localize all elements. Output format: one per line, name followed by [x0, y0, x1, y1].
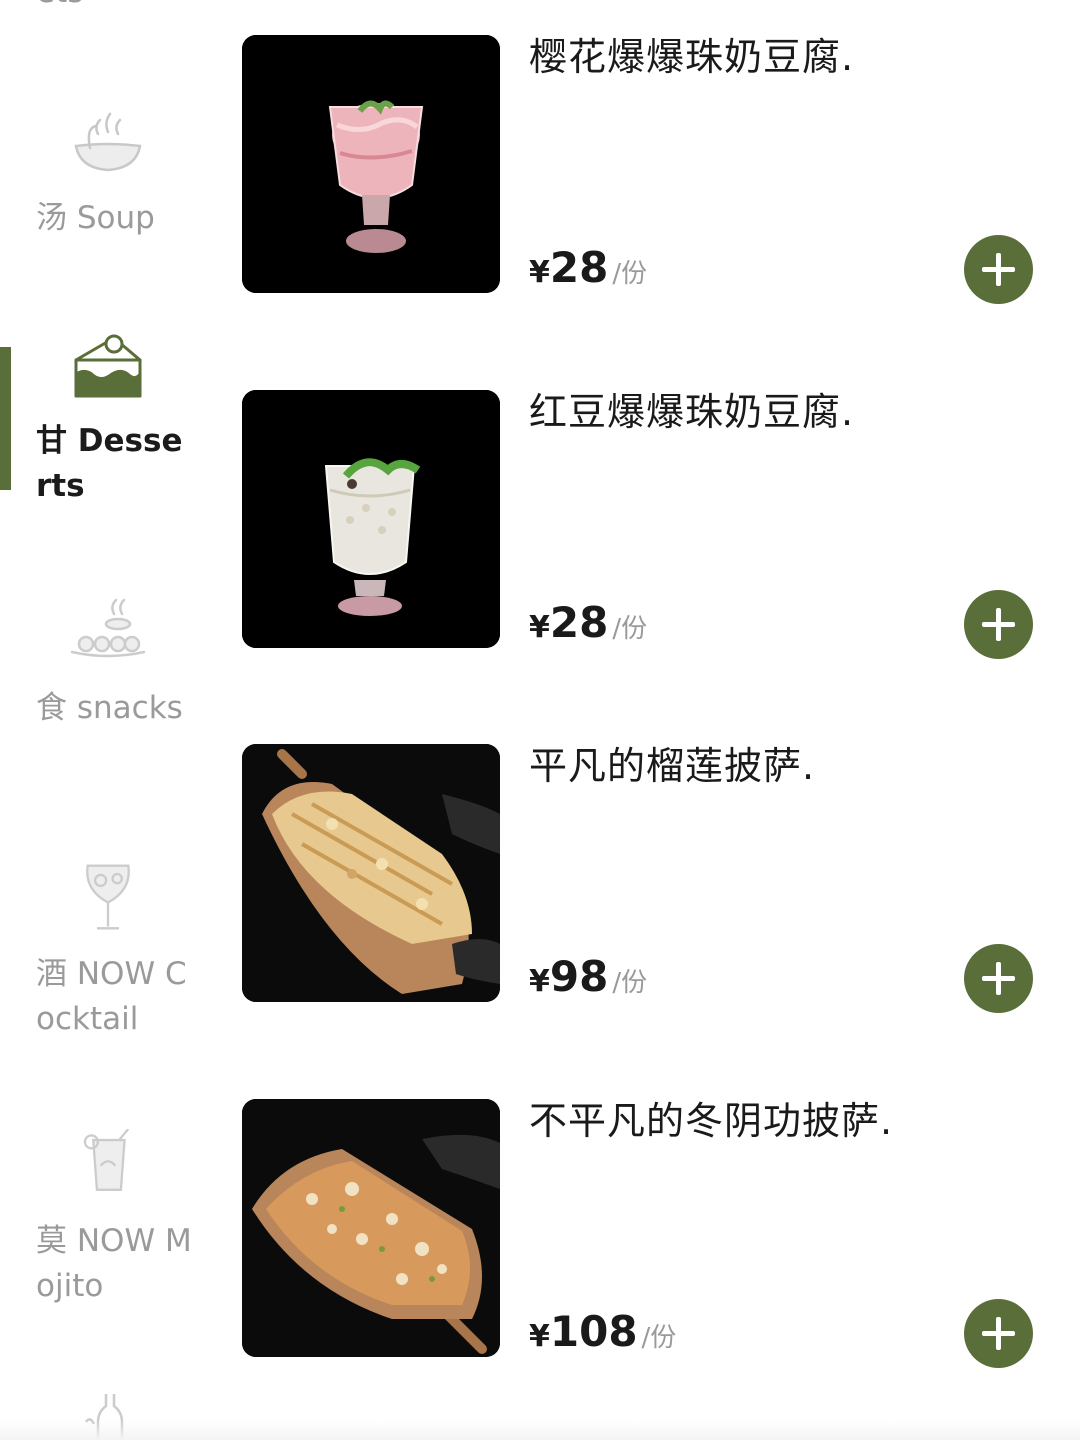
category-item-desserts[interactable]: 甘 Desserts	[0, 325, 222, 515]
snack-dish-icon	[70, 598, 146, 658]
mojito-glass-icon	[83, 1129, 130, 1191]
product-name: 平凡的榴莲披萨.	[529, 744, 816, 788]
product-image[interactable]	[242, 1099, 500, 1357]
product-name: 红豆爆爆珠奶豆腐.	[529, 390, 855, 434]
soup-bowl-icon	[74, 112, 142, 172]
price-value: 108	[549, 1307, 638, 1356]
product-name: 不平凡的冬阴功披萨.	[529, 1099, 894, 1143]
pink-dessert-cup	[242, 35, 500, 293]
durian-pizza-board	[242, 744, 500, 1002]
currency-symbol: ¥	[529, 1319, 550, 1354]
category-sidebar: ets 汤 Soup 甘 Desserts	[0, 0, 222, 1440]
currency-symbol: ¥	[529, 964, 550, 999]
category-label: 甘 Desserts	[36, 423, 183, 504]
product-card[interactable]: 平凡的榴莲披萨. ¥98/份	[242, 744, 1080, 1013]
category-item-cocktail[interactable]: 酒 NOW Cocktail	[0, 858, 222, 1048]
product-name: 樱花爆爆珠奶豆腐.	[529, 35, 855, 79]
category-label: 汤 Soup	[36, 200, 155, 236]
bottom-edge	[0, 1420, 1080, 1440]
price-unit: /份	[641, 1323, 677, 1353]
currency-symbol: ¥	[529, 610, 550, 645]
category-label: 莫 NOW Mojito	[36, 1223, 192, 1304]
product-card[interactable]: 樱花爆爆珠奶豆腐. ¥28/份	[242, 35, 1080, 304]
wine-glass-icon	[86, 864, 130, 930]
category-item-soup[interactable]: 汤 Soup	[0, 100, 222, 260]
product-image[interactable]	[242, 390, 500, 648]
category-label-partial: ets	[36, 0, 83, 12]
product-price: ¥28/份	[529, 598, 647, 650]
category-label: 食 snacks	[36, 690, 183, 726]
product-card[interactable]: 不平凡的冬阴功披萨. ¥108/份	[242, 1099, 1080, 1368]
price-value: 98	[549, 952, 609, 1001]
category-item-mojito[interactable]: 莫 NOW Mojito	[0, 1125, 222, 1315]
product-card[interactable]: 红豆爆爆珠奶豆腐. ¥28/份	[242, 390, 1080, 659]
category-item-snacks[interactable]: 食 snacks	[0, 590, 222, 780]
price-value: 28	[549, 598, 609, 647]
price-unit: /份	[612, 614, 648, 644]
price-unit: /份	[612, 968, 648, 998]
cake-slice-icon	[74, 334, 142, 398]
category-label: 酒 NOW Cocktail	[36, 956, 187, 1037]
price-value: 28	[549, 243, 609, 292]
tomyum-pizza-board	[242, 1099, 500, 1357]
add-to-cart-button[interactable]	[964, 235, 1033, 304]
currency-symbol: ¥	[529, 255, 550, 290]
product-price: ¥98/份	[529, 952, 647, 1004]
product-image[interactable]	[242, 744, 500, 1002]
white-dessert-cup	[242, 390, 500, 648]
add-to-cart-button[interactable]	[964, 944, 1033, 1013]
product-price: ¥28/份	[529, 243, 647, 295]
add-to-cart-button[interactable]	[964, 1299, 1033, 1368]
product-image[interactable]	[242, 35, 500, 293]
add-to-cart-button[interactable]	[964, 590, 1033, 659]
product-price: ¥108/份	[529, 1307, 676, 1359]
price-unit: /份	[612, 259, 648, 289]
